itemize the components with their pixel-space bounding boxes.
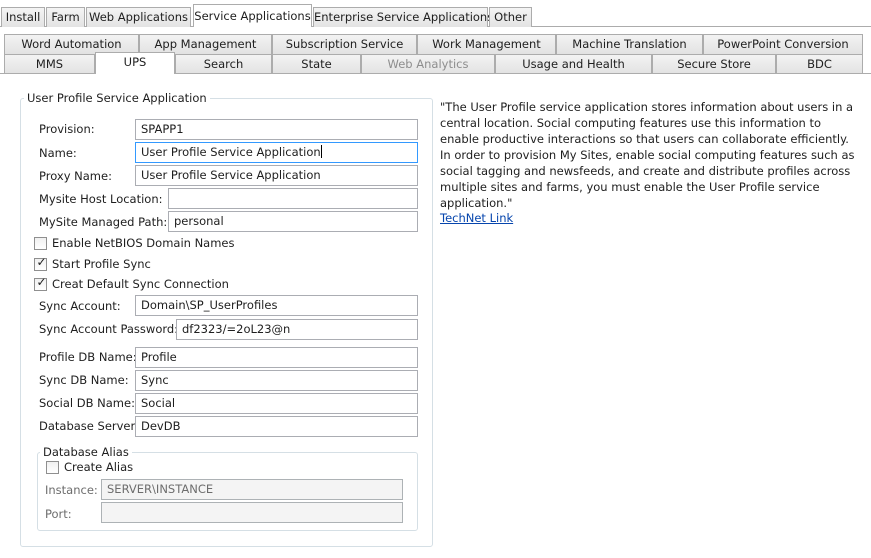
netbios-checkbox[interactable] — [34, 236, 47, 250]
profile-db-field[interactable]: Profile — [135, 347, 418, 368]
sync-db-label: Sync DB Name: — [39, 373, 129, 387]
mysite-path-field[interactable]: personal — [168, 211, 418, 232]
default-sync-label: Creat Default Sync Connection — [52, 277, 229, 291]
name-label: Name: — [39, 146, 77, 160]
subtab-subscription-service[interactable]: Subscription Service — [272, 34, 417, 54]
provision-field[interactable]: SPAPP1 — [135, 119, 418, 140]
proxy-name-label: Proxy Name: — [39, 169, 112, 183]
sync-account-field[interactable]: Domain\SP_UserProfiles — [135, 295, 418, 316]
port-field — [101, 502, 403, 523]
text-caret — [320, 145, 322, 158]
subtab-word-automation[interactable]: Word Automation — [4, 34, 139, 54]
proxy-name-field[interactable]: User Profile Service Application — [135, 165, 418, 186]
start-sync-checkbox[interactable]: ✓ — [34, 254, 47, 271]
database-alias-title: Database Alias — [40, 445, 132, 459]
create-alias-label: Create Alias — [64, 460, 134, 474]
port-label: Port: — [45, 507, 72, 521]
checkmark-icon: ✓ — [36, 254, 47, 269]
tab-other[interactable]: Other — [489, 7, 532, 27]
sync-db-field[interactable]: Sync — [135, 370, 418, 391]
subtab-search[interactable]: Search — [175, 54, 272, 74]
tab-farm[interactable]: Farm — [46, 7, 85, 27]
instance-field: SERVER\INSTANCE — [101, 479, 403, 500]
create-alias-checkbox[interactable] — [46, 460, 59, 474]
tab-web-applications[interactable]: Web Applications — [86, 7, 191, 27]
netbios-label: Enable NetBIOS Domain Names — [52, 236, 235, 250]
subtab-web-analytics: Web Analytics — [361, 54, 495, 74]
ups-groupbox-title: User Profile Service Application — [24, 91, 210, 105]
start-sync-label: Start Profile Sync — [52, 257, 151, 271]
db-server-label: Database Server: — [39, 419, 139, 433]
mysite-path-label: MySite Managed Path: — [39, 215, 168, 229]
subtab-ups[interactable]: UPS — [95, 52, 175, 74]
create-alias-checkbox-row[interactable]: Create Alias — [46, 459, 133, 475]
provision-label: Provision: — [39, 122, 95, 136]
main-tab-strip: Install Farm Web Applications Service Ap… — [0, 0, 871, 28]
ups-panel: User Profile Service Application Provisi… — [0, 74, 871, 558]
profile-db-label: Profile DB Name: — [39, 350, 137, 364]
checkmark-icon: ✓ — [36, 274, 47, 289]
ups-description: "The User Profile service application st… — [440, 100, 855, 210]
sync-account-label: Sync Account: — [39, 299, 121, 313]
subtab-usage-and-health[interactable]: Usage and Health — [495, 54, 652, 74]
tab-enterprise-service-applications[interactable]: Enterprise Service Applications — [313, 7, 493, 27]
mysite-host-field[interactable] — [168, 188, 418, 209]
subtab-state[interactable]: State — [272, 54, 361, 74]
subtab-secure-store[interactable]: Secure Store — [652, 54, 776, 74]
subtab-app-management[interactable]: App Management — [139, 34, 272, 54]
subtab-bdc[interactable]: BDC — [776, 54, 863, 74]
social-db-field[interactable]: Social — [135, 393, 418, 414]
netbios-checkbox-row[interactable]: Enable NetBIOS Domain Names — [34, 235, 235, 251]
default-sync-checkbox[interactable]: ✓ — [34, 274, 47, 291]
sync-password-label: Sync Account Password: — [39, 322, 179, 336]
subtab-work-management[interactable]: Work Management — [417, 34, 556, 54]
tab-service-applications[interactable]: Service Applications — [193, 4, 312, 27]
instance-label: Instance: — [45, 483, 98, 497]
technet-link[interactable]: TechNet Link — [440, 211, 513, 225]
db-server-field[interactable]: DevDB — [135, 416, 418, 437]
subtab-powerpoint-conversion[interactable]: PowerPoint Conversion — [703, 34, 863, 54]
name-field-value: User Profile Service Application — [141, 145, 321, 159]
subtab-machine-translation[interactable]: Machine Translation — [556, 34, 703, 54]
social-db-label: Social DB Name: — [39, 396, 135, 410]
name-field[interactable]: User Profile Service Application — [135, 142, 418, 163]
subtab-mms[interactable]: MMS — [4, 54, 95, 74]
start-sync-checkbox-row[interactable]: ✓ Start Profile Sync — [34, 254, 151, 272]
tab-install[interactable]: Install — [1, 7, 45, 27]
default-sync-checkbox-row[interactable]: ✓ Creat Default Sync Connection — [34, 274, 229, 292]
mysite-host-label: Mysite Host Location: — [39, 192, 163, 206]
sync-password-field[interactable]: df2323/=2oL23@n — [176, 319, 418, 340]
